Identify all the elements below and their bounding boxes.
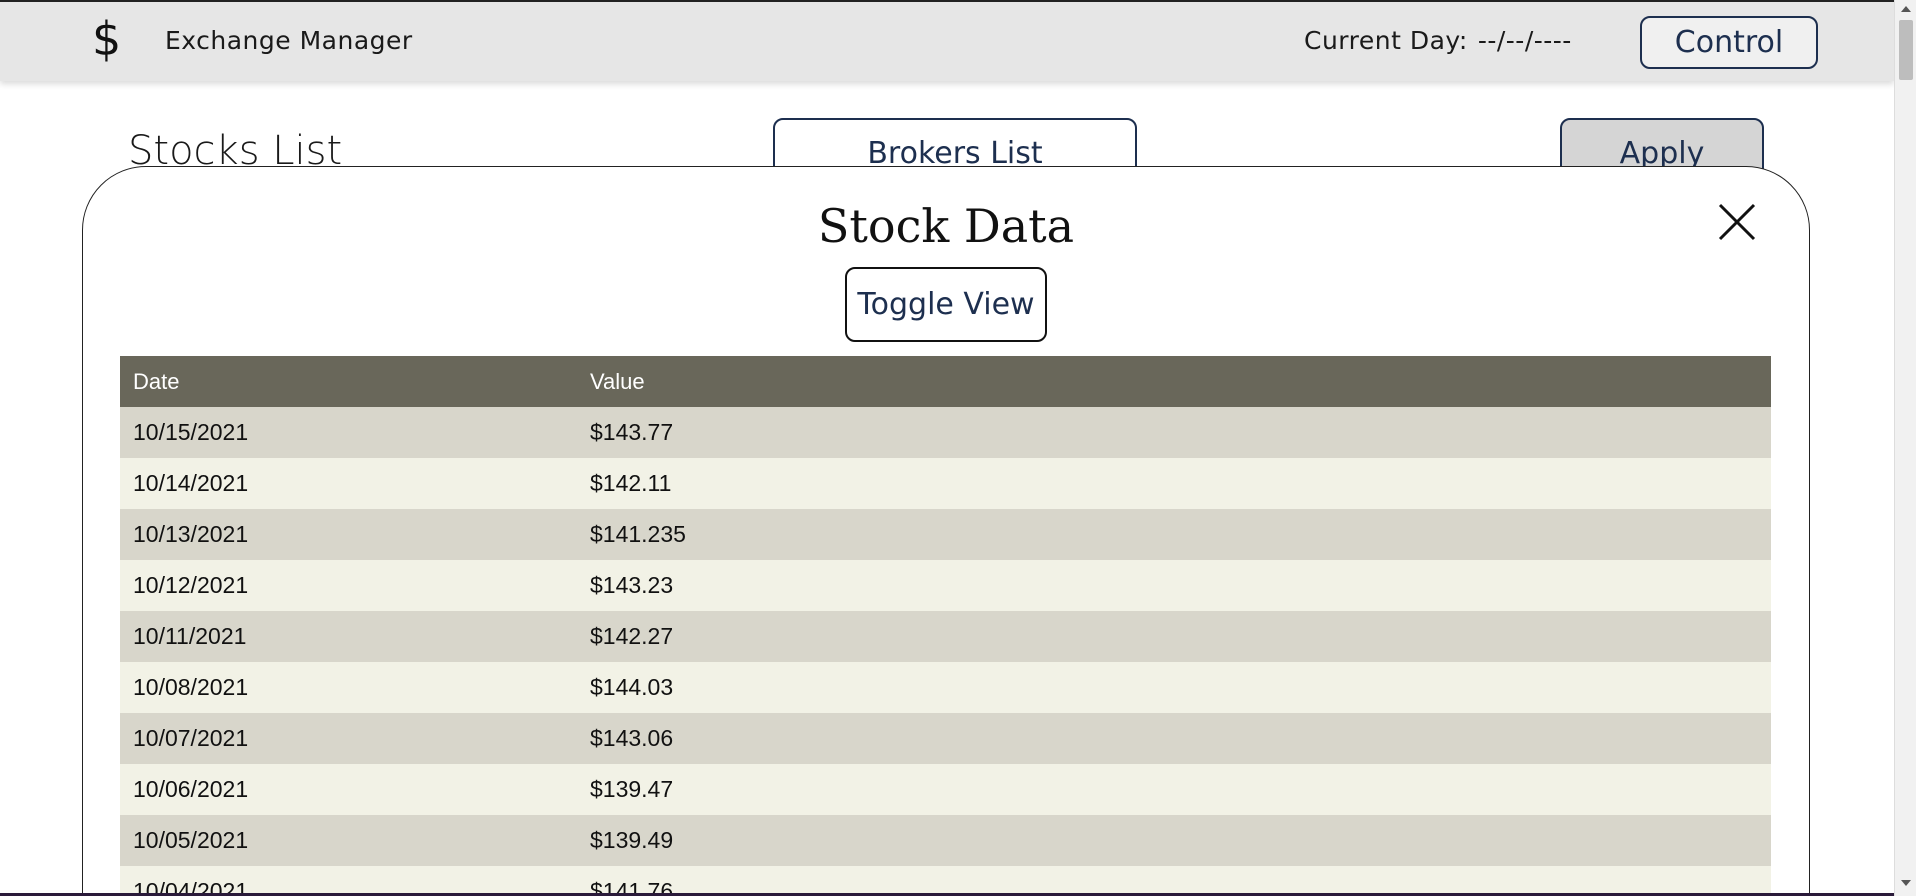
- toggle-view-button[interactable]: Toggle View: [845, 267, 1047, 342]
- value-cell: $143.06: [590, 725, 674, 751]
- table-row: 10/06/2021 $139.47: [120, 764, 1771, 815]
- value-cell: $141.235: [590, 521, 686, 547]
- date-cell: 10/08/2021: [133, 674, 249, 700]
- table-row: 10/04/2021 $141.76: [120, 866, 1771, 896]
- value-cell: $139.49: [590, 827, 674, 853]
- table-row: 10/11/2021 $142.27: [120, 611, 1771, 662]
- table-row: 10/05/2021 $139.49: [120, 815, 1771, 866]
- table-row: 10/13/2021 $141.235: [120, 509, 1771, 560]
- column-header-value: Value: [590, 368, 645, 394]
- modal-title: Stock Data: [817, 199, 1075, 253]
- value-cell: $144.03: [590, 674, 674, 700]
- date-cell: 10/12/2021: [133, 572, 249, 598]
- control-button[interactable]: Control: [1640, 16, 1818, 69]
- app-title: Exchange Manager: [165, 26, 413, 55]
- value-cell: $139.47: [590, 776, 674, 802]
- table-body: 10/15/2021 $143.77 10/14/2021 $142.11 10/1…: [120, 407, 1771, 896]
- date-cell: 10/07/2021: [133, 725, 249, 751]
- date-cell: 10/05/2021: [133, 827, 249, 853]
- table-row: 10/12/2021 $143.23: [120, 560, 1771, 611]
- scroll-thumb[interactable]: [1899, 20, 1913, 80]
- value-cell: $142.27: [590, 623, 674, 649]
- table-header: Date Value: [120, 356, 1771, 407]
- value-cell: $142.11: [590, 470, 672, 496]
- dollar-logo-icon: $: [92, 12, 122, 66]
- top-bar: $ Exchange Manager Current Day: --/--/---…: [0, 0, 1894, 81]
- table-row: 10/14/2021 $142.11: [120, 458, 1771, 509]
- table-row: 10/08/2021 $144.03: [120, 662, 1771, 713]
- date-cell: 10/14/2021: [133, 470, 249, 496]
- scroll-up-arrow-icon[interactable]: [1901, 6, 1911, 12]
- stock-data-table: Date Value 10/15/2021 $143.77 10/14/2021 $…: [120, 356, 1771, 896]
- table-row: 10/07/2021 $143.06: [120, 713, 1771, 764]
- column-header-date: Date: [133, 368, 180, 394]
- scroll-down-arrow-icon[interactable]: [1901, 880, 1911, 886]
- date-cell: 10/15/2021: [133, 419, 249, 445]
- close-icon[interactable]: [1714, 199, 1760, 245]
- current-day-value: --/--/----: [1477, 26, 1572, 55]
- value-cell: $143.23: [590, 572, 674, 598]
- date-cell: 10/11/2021: [133, 623, 247, 649]
- table-row: 10/15/2021 $143.77: [120, 407, 1771, 458]
- date-cell: 10/13/2021: [133, 521, 249, 547]
- value-cell: $143.77: [590, 419, 674, 445]
- current-day-label: Current Day:: [1304, 26, 1468, 55]
- page-scrollbar[interactable]: [1894, 0, 1916, 896]
- current-day: Current Day: --/--/----: [1304, 26, 1572, 55]
- stock-data-modal: Stock Data Toggle View Date Value 10/15/…: [82, 166, 1810, 896]
- date-cell: 10/06/2021: [133, 776, 249, 802]
